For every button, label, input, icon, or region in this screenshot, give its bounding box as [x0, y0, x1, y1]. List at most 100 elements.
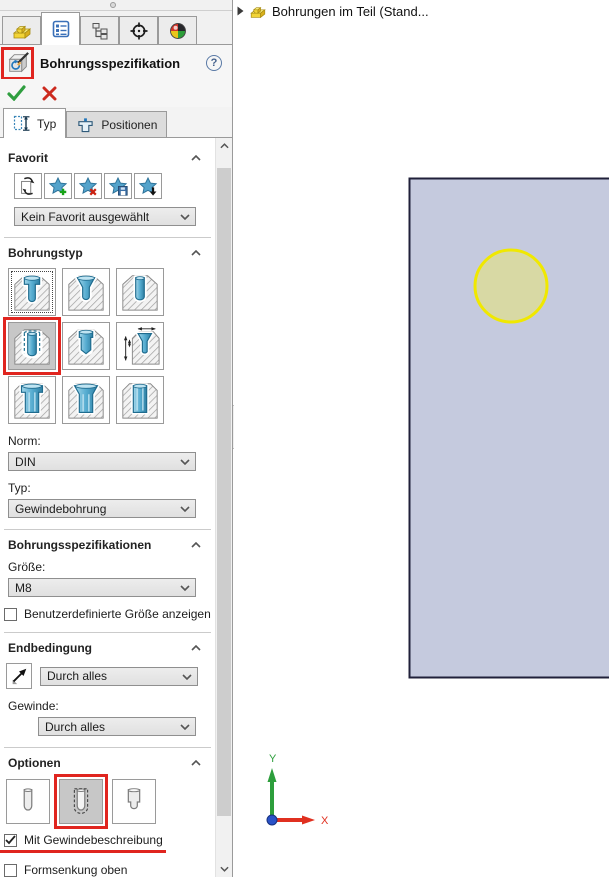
- confirm-bar: [0, 79, 232, 107]
- tree-item-label[interactable]: Bohrungen im Teil (Stand...: [272, 4, 429, 19]
- collapse-chevron-icon[interactable]: [191, 250, 201, 256]
- hole-type-altbohrung-button[interactable]: [116, 322, 164, 370]
- favorite-dropdown[interactable]: Kein Favorit ausgewählt: [14, 207, 196, 226]
- hole-type-kegelsenkung-button[interactable]: [62, 268, 110, 316]
- end-condition-dropdown[interactable]: Durch alles: [40, 667, 198, 686]
- scroll-up-button[interactable]: [216, 138, 232, 154]
- straight-slot-icon: [119, 379, 161, 421]
- hole-wizard-icon: [6, 51, 30, 75]
- display-sphere-icon: [168, 21, 188, 41]
- property-manager-panel: Bohrungsspezifikation ? Typ: [0, 0, 233, 877]
- counterbore-icon: [11, 271, 53, 313]
- configurations-icon: [90, 21, 110, 41]
- end-condition-value: Durch alles: [47, 669, 107, 683]
- collapse-chevron-icon[interactable]: [191, 760, 201, 766]
- orientation-triad: Y X: [258, 752, 348, 836]
- thread-end-style-row: [6, 779, 211, 824]
- expand-arrow-icon[interactable]: [237, 6, 244, 16]
- collapse-chevron-icon[interactable]: [191, 155, 201, 161]
- delete-favorite-button[interactable]: [74, 173, 102, 199]
- manager-tab-strip: [0, 11, 232, 45]
- hole-type-bohrung-button[interactable]: [116, 268, 164, 316]
- property-manager-body: Favorit: [0, 138, 232, 877]
- add-favorite-star-icon: [47, 175, 69, 197]
- end-style-blind-thread-callout-button[interactable]: [59, 779, 103, 824]
- custom-size-checkbox[interactable]: [4, 608, 17, 621]
- graphics-area: Bohrungen im Teil (Stand... Y X: [234, 0, 609, 877]
- direction-arrow-icon: [9, 666, 29, 686]
- chevron-down-icon: [180, 214, 190, 220]
- dimxpert-target-icon: [129, 21, 149, 41]
- add-favorite-button[interactable]: [44, 173, 72, 199]
- thread-callout-checkbox-label: Mit Gewindebeschreibung: [24, 833, 163, 847]
- triad-x-label: X: [321, 815, 329, 827]
- groesse-dropdown[interactable]: M8: [8, 578, 196, 597]
- tapered-tap-icon: [65, 325, 107, 367]
- formsenkung-oben-checkbox-row[interactable]: Formsenkung oben: [4, 863, 211, 877]
- part-model[interactable]: [408, 177, 609, 680]
- save-favorite-star-icon: [107, 175, 129, 197]
- end-style-blind-button[interactable]: [6, 779, 50, 824]
- page-title: Bohrungsspezifikation: [40, 56, 180, 71]
- hole-type-senkbohrung-langloch-button[interactable]: [8, 376, 56, 424]
- tab-positionen[interactable]: Positionen: [66, 111, 167, 137]
- tab-configurationmanager[interactable]: [80, 16, 119, 44]
- favorit-toolbar: [14, 173, 211, 199]
- help-icon[interactable]: ?: [206, 55, 222, 71]
- hole-type-kegelsenkung-langloch-button[interactable]: [62, 376, 110, 424]
- ok-button[interactable]: [7, 85, 26, 101]
- hole-type-senkbohrung-button[interactable]: [8, 268, 56, 316]
- typ-dropdown[interactable]: Gewindebohrung: [8, 499, 196, 518]
- hole-wizard-annotation-box: [5, 51, 30, 76]
- cancel-button[interactable]: [42, 86, 57, 101]
- positionen-tab-icon: [76, 116, 95, 133]
- bohrungstyp-section-title: Bohrungstyp: [8, 246, 83, 260]
- panel-top-splitter[interactable]: [0, 0, 232, 11]
- thread-callout-checkbox-row[interactable]: Mit Gewindebeschreibung: [4, 833, 211, 847]
- panel-scrollbar: [215, 138, 232, 877]
- hole-type-grid: [8, 268, 211, 424]
- chevron-up-icon: [220, 143, 229, 149]
- scrollbar-thumb[interactable]: [217, 168, 231, 816]
- chevron-down-icon: [180, 506, 190, 512]
- formsenkung-oben-checkbox-label: Formsenkung oben: [24, 863, 127, 877]
- groesse-dropdown-value: M8: [15, 581, 32, 595]
- norm-dropdown-value: DIN: [15, 455, 36, 469]
- tab-displaymanager[interactable]: [158, 16, 197, 44]
- tab-featuremanager[interactable]: [2, 16, 41, 44]
- thread-callout-checkbox[interactable]: [4, 834, 17, 847]
- section-bohrungsspezifikationen: Bohrungsspezifikationen Größe: M8 Benutz…: [4, 529, 211, 632]
- hole-type-kegelgewindebohrung-button[interactable]: [62, 322, 110, 370]
- save-favorite-button[interactable]: [104, 173, 132, 199]
- formsenkung-oben-checkbox[interactable]: [4, 864, 17, 877]
- gewinde-dropdown-value: Durch alles: [45, 720, 105, 734]
- spez-section-title: Bohrungsspezifikationen: [8, 538, 151, 552]
- gewinde-dropdown[interactable]: Durch alles: [38, 717, 196, 736]
- load-favorite-button[interactable]: [134, 173, 162, 199]
- norm-label: Norm:: [8, 434, 211, 448]
- norm-dropdown[interactable]: DIN: [8, 452, 196, 471]
- tab-dimxpertmanager[interactable]: [119, 16, 158, 44]
- hole-type-langloch-button[interactable]: [116, 376, 164, 424]
- section-optionen: Optionen: [4, 747, 211, 877]
- part-icon: [12, 21, 32, 41]
- end-style-counterbored-tip-button[interactable]: [112, 779, 156, 824]
- hole-type-gewindebohrung-button[interactable]: [8, 322, 56, 370]
- annotation-underline: [0, 850, 166, 853]
- collapse-chevron-icon[interactable]: [191, 645, 201, 651]
- apply-defaults-button[interactable]: [14, 173, 42, 199]
- splitter-grip-dot: [110, 2, 116, 8]
- countersink-icon: [65, 271, 107, 313]
- end-condition-direction-button[interactable]: [6, 663, 32, 689]
- scrollbar-track[interactable]: [216, 154, 232, 861]
- blind-tip-icon: [11, 784, 45, 820]
- collapse-chevron-icon[interactable]: [191, 542, 201, 548]
- property-manager-content: Favorit: [0, 138, 215, 877]
- tapped-hole-icon: [11, 325, 53, 367]
- custom-size-checkbox-row[interactable]: Benutzerdefinierte Größe anzeigen: [4, 607, 211, 621]
- tab-typ[interactable]: Typ: [3, 108, 66, 138]
- scroll-down-button[interactable]: [216, 861, 232, 877]
- page-tab-strip: Typ Positionen: [0, 107, 232, 138]
- tab-propertymanager[interactable]: [41, 12, 80, 45]
- counterbored-tip-icon: [117, 784, 151, 820]
